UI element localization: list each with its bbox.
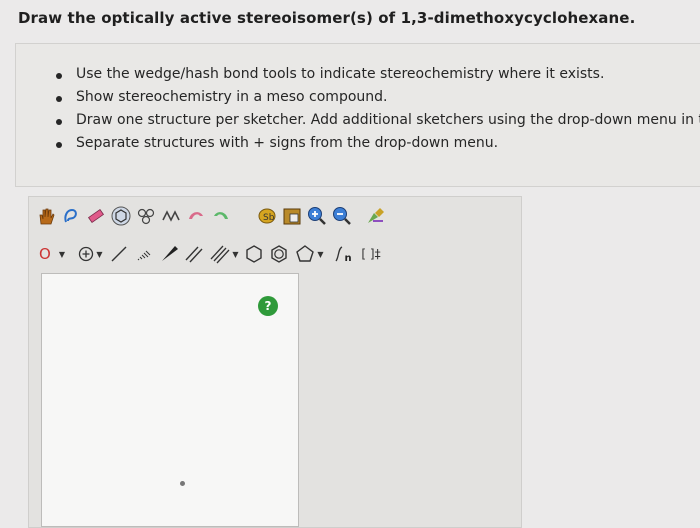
- chevron-down-icon: ▼: [232, 249, 239, 259]
- toolbar-top: Sb: [35, 203, 390, 229]
- ring-template-icon[interactable]: [110, 205, 132, 227]
- double-bond-icon[interactable]: [183, 243, 205, 265]
- instruction-item: Draw one structure per sketcher. Add add…: [56, 112, 700, 135]
- zoom-in-icon[interactable]: [306, 205, 328, 227]
- instructions-list: Use the wedge/hash bond tools to indicat…: [56, 66, 700, 158]
- undo-icon[interactable]: [185, 205, 207, 227]
- instructions-box: Use the wedge/hash bond tools to indicat…: [15, 43, 700, 187]
- chain-icon[interactable]: [160, 205, 182, 227]
- copy-icon[interactable]: Sb: [256, 205, 278, 227]
- atom-selector-value: O: [39, 245, 51, 263]
- atom-map-icon[interactable]: [135, 205, 157, 227]
- zoom-out-icon[interactable]: [331, 205, 353, 227]
- question-title: Draw the optically active stereoisomer(s…: [18, 9, 636, 27]
- triple-bond-icon[interactable]: ▼: [208, 243, 240, 265]
- bracket-label: [ ]‡: [361, 247, 381, 261]
- toolbar-second: O ▼ ▼ ▼ ▼ n []‡: [35, 241, 388, 267]
- clean-icon[interactable]: [365, 205, 387, 227]
- instruction-item: Use the wedge/hash bond tools to indicat…: [56, 66, 700, 89]
- sketcher-panel: Sb O ▼ ▼ ▼ ▼ n []‡ ?: [28, 196, 522, 528]
- single-bond-icon[interactable]: [108, 243, 130, 265]
- hash-bond-icon[interactable]: [133, 243, 155, 265]
- help-button[interactable]: ?: [258, 296, 278, 316]
- atom-selector[interactable]: O ▼: [35, 243, 75, 265]
- charge-icon[interactable]: ▼: [75, 243, 105, 265]
- sgroup-icon[interactable]: n: [328, 243, 354, 265]
- chevron-down-icon: ▼: [58, 249, 65, 259]
- bracket-icon[interactable]: [ ]‡: [357, 243, 385, 265]
- wedge-bond-icon[interactable]: [158, 243, 180, 265]
- redo-icon[interactable]: [210, 205, 232, 227]
- chevron-down-icon: ▼: [317, 249, 324, 259]
- hand-icon[interactable]: [35, 205, 57, 227]
- paste-icon[interactable]: [281, 205, 303, 227]
- chevron-down-icon: ▼: [96, 249, 103, 259]
- svg-text:Sb: Sb: [263, 213, 275, 223]
- instruction-item: Separate structures with + signs from th…: [56, 135, 700, 158]
- cyclopentane-icon[interactable]: ▼: [293, 243, 325, 265]
- benzene-icon[interactable]: [268, 243, 290, 265]
- lasso-icon[interactable]: [60, 205, 82, 227]
- instruction-item: Show stereochemistry in a meso compound.: [56, 89, 700, 112]
- sgroup-label: n: [344, 252, 352, 264]
- eraser-icon[interactable]: [85, 205, 107, 227]
- canvas-point: [180, 481, 185, 486]
- cyclohexane-icon[interactable]: [243, 243, 265, 265]
